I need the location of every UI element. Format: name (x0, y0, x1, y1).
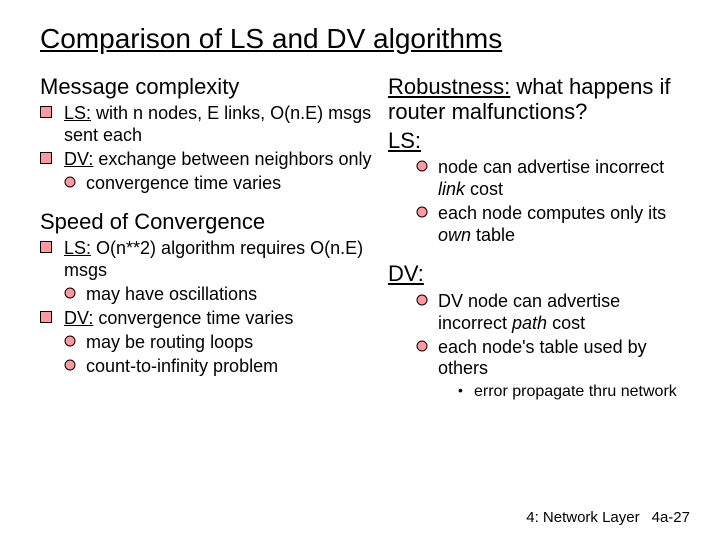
slide-footer: 4: Network Layer 4a-27 (526, 509, 690, 526)
right-column: Robustness: what happens if router malfu… (388, 74, 692, 416)
text: may have oscillations (86, 284, 257, 304)
list-item: LS: O(n**2) algorithm requires O(n.E) ms… (40, 238, 378, 282)
square-bullet-icon (40, 152, 52, 164)
dv-label: DV: (64, 308, 93, 328)
list-subitem: convergence time varies (64, 173, 378, 195)
list-subitem: may be routing loops (64, 332, 378, 354)
circle-bullet-icon (64, 176, 76, 188)
robustness-label: Robustness: (388, 74, 510, 99)
emphasis-text: own (438, 225, 471, 245)
heading-robustness: Robustness: what happens if router malfu… (388, 74, 692, 125)
heading-dv: DV: (388, 261, 692, 286)
ls-label: LS: (64, 238, 91, 258)
list-subitem: count-to-infinity problem (64, 356, 378, 378)
list-subitem: each node's table used by others (416, 337, 692, 381)
emphasis-text: path (512, 313, 547, 333)
slide: Comparison of LS and DV algorithms Messa… (0, 0, 720, 540)
text: node can advertise incorrect (438, 157, 664, 177)
footer-page-number: 4a-27 (652, 509, 690, 526)
columns: Message complexity LS: with n nodes, E l… (40, 74, 692, 416)
list-subitem: node can advertise incorrect link cost (416, 157, 692, 201)
text: cost (465, 179, 503, 199)
circle-bullet-icon (416, 160, 428, 172)
heading-ls: LS: (388, 128, 692, 153)
list-item: LS: with n nodes, E links, O(n.E) msgs s… (40, 103, 378, 147)
list-robustness-ls: node can advertise incorrect link cost e… (416, 157, 692, 247)
dv-label: DV: (64, 149, 93, 169)
emphasis-text: link (438, 179, 465, 199)
text: with n nodes, E links, O(n.E) msgs sent … (64, 103, 371, 145)
list-message-complexity: LS: with n nodes, E links, O(n.E) msgs s… (40, 103, 378, 195)
circle-bullet-icon (64, 287, 76, 299)
text: convergence time varies (86, 173, 281, 193)
text: error propagate thru network (474, 383, 677, 400)
circle-bullet-icon (416, 340, 428, 352)
circle-bullet-icon (416, 294, 428, 306)
list-speed-convergence: LS: O(n**2) algorithm requires O(n.E) ms… (40, 238, 378, 378)
circle-bullet-icon (64, 335, 76, 347)
footer-section-label: 4: Network Layer (526, 509, 639, 526)
slide-title: Comparison of LS and DV algorithms (40, 22, 692, 56)
text: each node computes only its (438, 203, 666, 223)
list-subitem: DV node can advertise incorrect path cos… (416, 291, 692, 335)
circle-bullet-icon (416, 206, 428, 218)
left-column: Message complexity LS: with n nodes, E l… (40, 74, 378, 416)
heading-speed-convergence: Speed of Convergence (40, 209, 378, 234)
list-subitem: may have oscillations (64, 284, 378, 306)
heading-message-complexity: Message complexity (40, 74, 378, 99)
dot-bullet-icon: • (458, 382, 463, 399)
text: cost (547, 313, 585, 333)
list-item: DV: convergence time varies (40, 308, 378, 330)
square-bullet-icon (40, 106, 52, 118)
ls-label: LS: (64, 103, 91, 123)
list-item: DV: exchange between neighbors only (40, 149, 378, 171)
text: may be routing loops (86, 332, 253, 352)
list-robustness-dv: DV node can advertise incorrect path cos… (416, 291, 692, 402)
text: convergence time varies (93, 308, 293, 328)
text: each node's table used by others (438, 337, 647, 379)
square-bullet-icon (40, 241, 52, 253)
list-subitem: each node computes only its own table (416, 203, 692, 247)
text: table (471, 225, 515, 245)
text: O(n**2) algorithm requires O(n.E) msgs (64, 238, 363, 280)
list-subsubitem: • error propagate thru network (460, 382, 692, 402)
square-bullet-icon (40, 311, 52, 323)
circle-bullet-icon (64, 359, 76, 371)
text: count-to-infinity problem (86, 356, 278, 376)
text: exchange between neighbors only (93, 149, 371, 169)
